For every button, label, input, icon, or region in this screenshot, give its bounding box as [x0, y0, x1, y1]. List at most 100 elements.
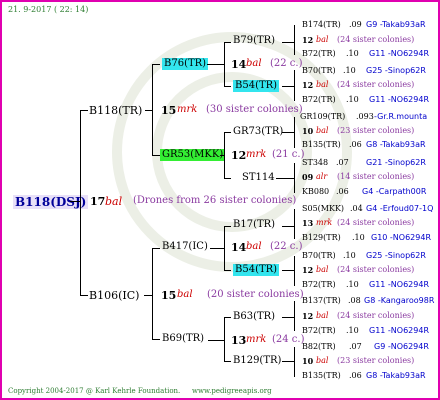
bracket-line — [152, 248, 153, 340]
sister-colonies: (24 sister colonies) — [337, 311, 415, 320]
sister-race: mrk — [316, 218, 333, 227]
bracket-line — [224, 132, 231, 133]
ancestor-code: G11 -NO6294R — [369, 326, 430, 335]
ancestor-id[interactable]: B70(TR) — [302, 67, 336, 75]
mother-b-b-id[interactable]: B129(TR) — [233, 356, 281, 366]
mother-b-race: mrk — [246, 334, 267, 345]
ancestor-year: .10 — [346, 49, 359, 58]
root-year: 17 — [90, 195, 106, 208]
sister-colonies: (24 sister colonies) — [337, 265, 415, 274]
ancestor-id[interactable]: B135(TR) — [302, 372, 341, 380]
ancestor-id[interactable]: B72(TR) — [302, 327, 336, 335]
father-b-race: mrk — [246, 149, 267, 160]
ancestor-id[interactable]: ST348 — [302, 159, 328, 167]
ancestor-code: G8 -Kangaroo98R — [364, 296, 435, 305]
ancestor-year: .07 — [349, 342, 362, 351]
father-a-b-id[interactable]: B54(TR) — [233, 80, 280, 92]
ancestor-code: G8 -Takab93aR — [366, 371, 426, 380]
ancestor-id[interactable]: S05(MKK) — [302, 205, 344, 213]
ancestor-id[interactable]: B72(TR) — [302, 50, 336, 58]
ancestor-code: G8 -Takab93aR — [366, 140, 426, 149]
father-sisters: (30 sister colonies) — [206, 104, 303, 115]
ancestor-code: G10 -NO6294R — [371, 233, 432, 242]
mother-b-sisters: (24 c.) — [272, 334, 305, 345]
mother-a-a-id[interactable]: B17(TR) — [233, 220, 275, 230]
bracket-line — [224, 317, 225, 362]
ancestor-id[interactable]: B129(TR) — [302, 234, 341, 242]
bracket-line — [70, 201, 80, 202]
father-a-id[interactable]: B76(TR) — [162, 58, 209, 70]
bracket-line — [208, 340, 224, 341]
bracket-line — [224, 361, 231, 362]
father-b-year: 12 — [231, 149, 247, 162]
sister-race: bal — [316, 311, 329, 320]
footer-copyright: Copyright 2004-2017 @ Karl Kehrle Founda… — [8, 387, 181, 395]
father-a-sisters: (22 c.) — [270, 58, 303, 69]
ancestor-id[interactable]: B174(TR) — [302, 21, 341, 29]
father-b-id[interactable]: GR53(MKK) — [160, 149, 226, 161]
sister-race: bal — [316, 356, 329, 365]
sister-count: 12 — [302, 80, 314, 90]
bracket-line — [144, 295, 152, 296]
bracket-line — [224, 270, 231, 271]
ancestor-id[interactable]: B70(TR) — [302, 252, 336, 260]
root-queen-id[interactable]: B118(DSJ) — [13, 195, 89, 209]
ancestor-year: .10 — [352, 233, 365, 242]
ancestor-code: G25 -Sinop62R — [366, 251, 426, 260]
sister-count: 10 — [302, 126, 314, 136]
ancestor-id[interactable]: B137(TR) — [302, 297, 341, 305]
father-a-race: bal — [246, 58, 262, 69]
mother-sisters: (20 sister colonies) — [207, 289, 304, 300]
mother-b-id[interactable]: B69(TR) — [162, 334, 204, 344]
father-b-sisters: (21 c.) — [272, 149, 305, 160]
footer-site-link[interactable]: www.pedigreeapis.org — [192, 388, 272, 395]
mother-year: 15 — [161, 289, 177, 302]
bracket-line — [224, 42, 231, 43]
ancestor-year: .10 — [346, 280, 359, 289]
ancestor-year: .04 — [350, 204, 363, 213]
pedigree-frame: 21. 9-2017 ( 22: 14) B118(DSJ) 17 bal (D… — [0, 0, 440, 400]
sister-colonies: (14 sister colonies) — [337, 172, 415, 181]
father-b-b-id[interactable]: ST114 — [242, 173, 275, 183]
father-id[interactable]: B118(TR) — [89, 105, 142, 116]
ancestor-id[interactable]: KB080 — [302, 188, 329, 196]
ancestor-year: .10 — [343, 251, 356, 260]
sister-race: bal — [316, 265, 329, 274]
bracket-line — [294, 163, 295, 193]
father-b-a-id[interactable]: GR73(TR) — [233, 127, 283, 137]
bracket-line — [282, 132, 294, 133]
bracket-line — [224, 317, 231, 318]
ancestor-code: G11 -NO6294R — [369, 95, 430, 104]
bracket-line — [294, 70, 295, 101]
bracket-line — [282, 42, 294, 43]
ancestor-year: .093 — [356, 112, 374, 121]
ancestor-id[interactable]: B72(TR) — [302, 96, 336, 104]
ancestor-id[interactable]: B135(TR) — [302, 141, 341, 149]
ancestor-id[interactable]: B72(TR) — [302, 281, 336, 289]
ancestor-code: G4 -Carpath00R — [362, 187, 427, 196]
sister-race: bal — [316, 35, 329, 44]
bracket-line — [282, 226, 294, 227]
father-a-a-id[interactable]: B79(TR) — [233, 36, 275, 46]
mother-a-id[interactable]: B417(IC) — [162, 242, 208, 252]
mother-id[interactable]: B106(IC) — [89, 290, 139, 301]
ancestor-code: G4 -Erfoud07-1Q — [366, 204, 434, 213]
bracket-line — [152, 64, 153, 156]
bracket-line — [294, 117, 295, 148]
bracket-line — [224, 226, 231, 227]
bracket-line — [80, 110, 88, 111]
ancestor-id[interactable]: B82(TR) — [302, 343, 336, 351]
mother-a-year: 14 — [231, 241, 247, 254]
mother-b-a-id[interactable]: B63(TR) — [233, 312, 275, 322]
ancestor-id[interactable]: GR109(TR) — [300, 113, 345, 121]
bracket-line — [276, 178, 294, 179]
ancestor-code: G25 -Sinop62R — [366, 66, 426, 75]
bracket-line — [224, 132, 225, 179]
mother-a-b-id[interactable]: B54(TR) — [233, 264, 280, 276]
sister-race: alr — [316, 172, 328, 181]
bracket-line — [152, 155, 160, 156]
father-year: 15 — [161, 104, 177, 117]
father-race: mrk — [177, 104, 198, 115]
bracket-line — [210, 248, 224, 249]
sister-race: bal — [316, 126, 329, 135]
